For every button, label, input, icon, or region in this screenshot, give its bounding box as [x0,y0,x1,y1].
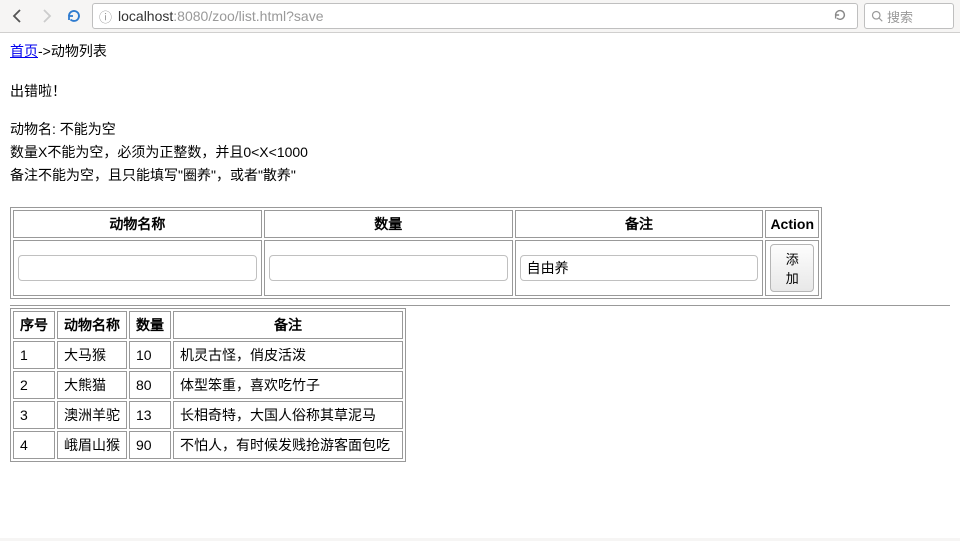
reload-button[interactable] [62,4,86,28]
remark-input[interactable] [520,255,759,281]
col-remark-header: 备注 [515,210,764,238]
col-action-header: Action [765,210,819,238]
cell-name: 大熊猫 [57,371,127,399]
search-icon [871,10,883,22]
table-row: 2 大熊猫 80 体型笨重，喜欢吃竹子 [13,371,403,399]
back-button[interactable] [6,4,30,28]
cell-name: 大马猴 [57,341,127,369]
cell-qty: 90 [129,431,171,459]
table-row: 1 大马猴 10 机灵古怪，俏皮活泼 [13,341,403,369]
error-msg: 数量X不能为空，必须为正整数，并且0<X<1000 [10,142,950,162]
divider [10,305,950,306]
add-form-table: 动物名称 数量 备注 Action 添加 [10,207,822,299]
url-text: localhost:8080/zoo/list.html?save [118,8,323,24]
info-icon: ⓘ [99,7,112,26]
table-row: 3 澳洲羊驼 13 长相奇特，大国人俗称其草泥马 [13,401,403,429]
name-input[interactable] [18,255,257,281]
arrow-left-icon [10,8,26,24]
col-remark: 备注 [173,311,403,339]
forward-button [34,4,58,28]
error-title: 出错啦！ [10,81,950,101]
error-msg: 动物名: 不能为空 [10,119,950,139]
cell-idx: 2 [13,371,55,399]
table-row: 4 峨眉山猴 90 不怕人，有时候发贱抢游客面包吃 [13,431,403,459]
search-placeholder: 搜索 [887,7,913,26]
cell-qty: 80 [129,371,171,399]
cell-qty: 13 [129,401,171,429]
cell-remark: 机灵古怪，俏皮活泼 [173,341,403,369]
browser-toolbar: ⓘ localhost:8080/zoo/list.html?save 搜索 [0,0,960,33]
col-qty: 数量 [129,311,171,339]
page-content: 首页->动物列表 出错啦！ 动物名: 不能为空 数量X不能为空，必须为正整数，并… [0,33,960,538]
error-msg: 备注不能为空，且只能填写"圈养"，或者"散养" [10,165,950,185]
cell-idx: 1 [13,341,55,369]
col-idx: 序号 [13,311,55,339]
cell-remark: 体型笨重，喜欢吃竹子 [173,371,403,399]
cell-idx: 3 [13,401,55,429]
col-name-header: 动物名称 [13,210,262,238]
col-qty-header: 数量 [264,210,513,238]
animal-list-table: 序号 动物名称 数量 备注 1 大马猴 10 机灵古怪，俏皮活泼 2 大熊猫 8… [10,308,406,462]
col-name: 动物名称 [57,311,127,339]
search-box[interactable]: 搜索 [864,3,954,29]
cell-name: 峨眉山猴 [57,431,127,459]
breadcrumb-sep: -> [38,43,51,59]
url-bar[interactable]: ⓘ localhost:8080/zoo/list.html?save [92,3,858,29]
cell-idx: 4 [13,431,55,459]
error-messages: 动物名: 不能为空 数量X不能为空，必须为正整数，并且0<X<1000 备注不能… [10,119,950,185]
breadcrumb: 首页->动物列表 [10,41,950,61]
url-host: localhost [118,8,173,24]
cell-remark: 长相奇特，大国人俗称其草泥马 [173,401,403,429]
url-rest: :8080/zoo/list.html?save [173,8,323,24]
reload-inline-icon[interactable] [833,8,847,25]
cell-qty: 10 [129,341,171,369]
cell-remark: 不怕人，有时候发贱抢游客面包吃 [173,431,403,459]
arrow-right-icon [38,8,54,24]
reload-icon [66,8,82,24]
cell-name: 澳洲羊驼 [57,401,127,429]
breadcrumb-home-link[interactable]: 首页 [10,43,38,59]
breadcrumb-current: 动物列表 [51,43,107,59]
qty-input[interactable] [269,255,508,281]
add-button[interactable]: 添加 [770,244,814,292]
